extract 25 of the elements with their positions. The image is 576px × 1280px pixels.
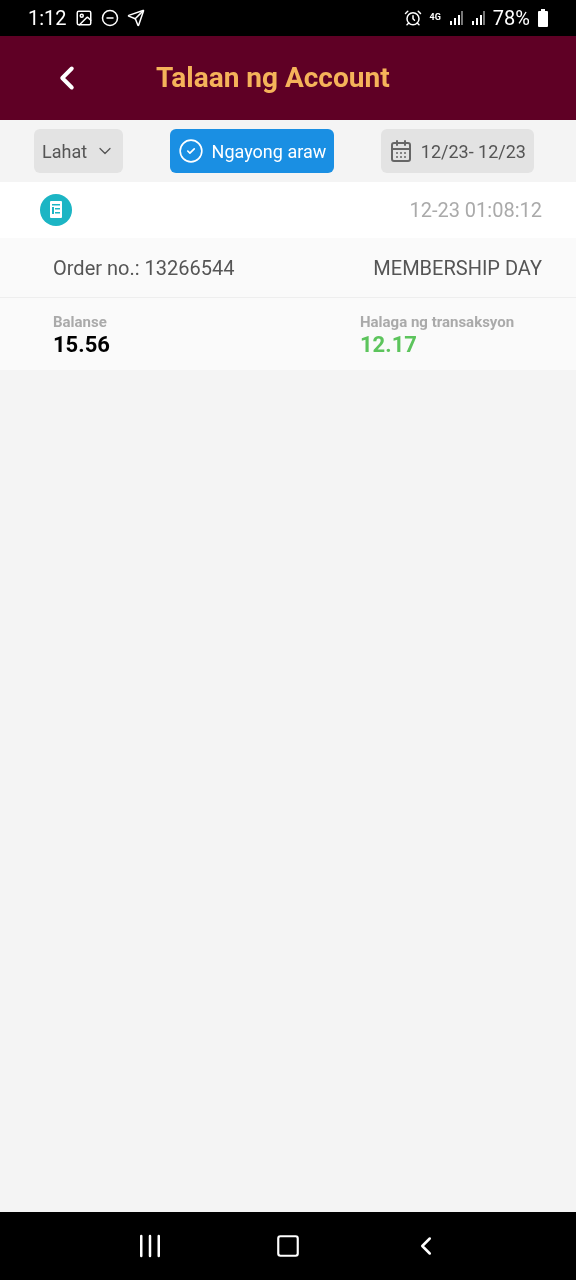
filter-chip[interactable]: 12/23- 12/23: [380, 129, 534, 173]
record-time: 12-23 01:08:12: [409, 197, 542, 224]
signal-icon: [470, 11, 485, 25]
amount-value: 12.17: [360, 333, 418, 358]
order-number: Order no.: 13266544: [53, 254, 235, 282]
home-icon[interactable]: [275, 1233, 301, 1259]
signal-icon: [448, 11, 463, 25]
transaction-type: MEMBERSHIP DAY: [373, 254, 542, 282]
calendar-icon: [388, 139, 413, 163]
do-not-disturb-icon: [100, 9, 119, 27]
filter-chip[interactable]: Ngayong araw: [169, 129, 335, 173]
image-icon: [74, 9, 93, 27]
send-icon: [126, 9, 145, 27]
filter-chip[interactable]: Lahat: [34, 129, 124, 173]
battery-icon: [538, 9, 548, 27]
page-title: Talaan ng Account: [156, 60, 390, 96]
check-circle-icon: [177, 138, 204, 164]
network-label: 4G: [429, 11, 441, 25]
amount-label: Halaga ng transaksyon: [360, 311, 516, 333]
balance-value: 15.56: [53, 333, 110, 358]
balance-label: Balanse: [53, 311, 108, 333]
battery-percent: 78%: [492, 5, 530, 32]
clock-time: 1:12: [28, 5, 67, 32]
alarm-icon: [403, 9, 422, 27]
receipt-icon: [40, 194, 72, 226]
